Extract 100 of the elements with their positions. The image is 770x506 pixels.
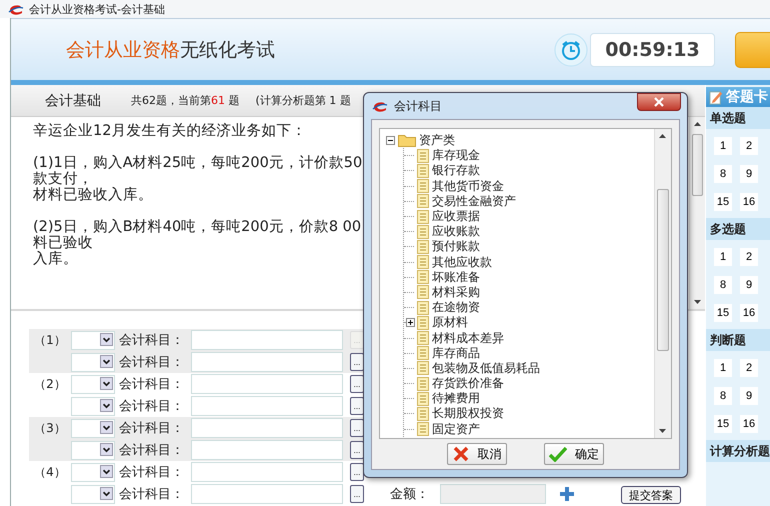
cross-icon	[453, 446, 470, 462]
question-number-button[interactable]: 15	[714, 415, 732, 433]
tree-item[interactable]: 应收票据	[432, 208, 480, 226]
document-icon	[417, 406, 429, 421]
document-icon	[417, 270, 429, 284]
section-header: 计算分析题	[706, 440, 770, 462]
amount-field[interactable]	[440, 484, 546, 504]
direction-dropdown[interactable]	[71, 440, 115, 460]
tree-item[interactable]: 待摊费用	[432, 390, 480, 408]
scroll-thumb[interactable]	[692, 134, 703, 196]
question-paragraph: (2)5日，购入B材料40吨，每吨200元，价款8 00 料已验收 入库。	[33, 219, 362, 267]
question-number-button[interactable]: 1	[714, 248, 732, 266]
app-logo-icon	[372, 100, 388, 112]
account-field[interactable]	[191, 330, 343, 350]
confirm-button[interactable]: 确定	[544, 443, 604, 465]
exam-brand: 会计从业资格无纸化考试	[66, 38, 275, 62]
document-icon	[417, 148, 429, 163]
check-icon	[548, 446, 567, 462]
account-label: 会计科目：	[119, 486, 185, 503]
direction-dropdown[interactable]	[71, 396, 115, 416]
tree-item[interactable]: 原材料	[432, 314, 468, 332]
question-number-button[interactable]: 1	[714, 137, 732, 155]
tree-item[interactable]: 交易性金融资产	[432, 192, 516, 210]
cancel-button[interactable]: 取消	[447, 443, 508, 465]
direction-dropdown[interactable]	[71, 330, 115, 350]
direction-dropdown[interactable]	[71, 484, 115, 504]
direction-dropdown[interactable]	[71, 374, 115, 394]
tree-item[interactable]: 其他货币资金	[432, 178, 504, 195]
tree-item[interactable]: 材料成本差异	[432, 330, 504, 347]
scrollbar[interactable]	[654, 129, 671, 438]
question-number-button[interactable]: 15	[714, 193, 732, 211]
tree-item[interactable]: 材料采购	[432, 284, 480, 301]
tree-item[interactable]: 银行存款	[432, 162, 480, 180]
section-header: 判断题	[706, 329, 770, 351]
document-icon	[417, 361, 429, 376]
tree-item[interactable]: 应收账款	[432, 223, 480, 240]
question-number-button[interactable]: 16	[740, 193, 758, 211]
question-number-button[interactable]: 2	[740, 137, 758, 155]
question-number-button[interactable]: 9	[740, 165, 758, 183]
question-number-button[interactable]: 9	[740, 276, 758, 294]
caret-icon	[100, 464, 113, 478]
question-number-button[interactable]: 8	[714, 276, 732, 294]
entry-number: （3）	[34, 420, 66, 434]
question-number-button[interactable]: 16	[740, 415, 758, 433]
question-number-button[interactable]: 2	[740, 359, 758, 377]
tree-item[interactable]: 坏账准备	[432, 268, 480, 286]
document-icon	[417, 194, 429, 208]
direction-dropdown[interactable]	[71, 418, 115, 438]
browse-button[interactable]: ...	[350, 375, 364, 393]
account-label: 会计科目：	[119, 398, 185, 415]
tree-item[interactable]: 预付账款	[432, 238, 480, 256]
question-paragraph: 辛运企业12月发生有关的经济业务如下：	[33, 123, 306, 139]
scrollbar[interactable]	[689, 117, 705, 309]
tree-item[interactable]: 其他应收款	[432, 254, 492, 271]
direction-dropdown[interactable]	[71, 462, 115, 482]
scroll-thumb[interactable]	[657, 189, 669, 351]
account-field[interactable]	[191, 352, 343, 372]
question-number-button[interactable]: 8	[714, 387, 732, 405]
account-field[interactable]	[191, 374, 343, 394]
tree-item[interactable]: 包装物及低值易耗品	[432, 360, 540, 377]
expand-icon[interactable]	[406, 318, 415, 328]
account-field[interactable]	[191, 462, 343, 482]
tree-item[interactable]: 库存商品	[432, 344, 480, 362]
tree-item[interactable]: 库存现金	[432, 147, 480, 164]
browse-button[interactable]: ...	[350, 463, 364, 481]
browse-button[interactable]: ...	[350, 353, 364, 371]
document-icon	[417, 346, 429, 360]
question-number-button[interactable]: 16	[740, 304, 758, 322]
submit-button[interactable]: 提交答案	[621, 486, 681, 504]
tree-item[interactable]: 资产类	[419, 132, 455, 150]
question-paragraph: (1)1日，购入A材料25吨，每吨200元，计价款50 款支付， 材料已验收入库。	[33, 155, 362, 203]
document-icon	[417, 164, 429, 178]
account-field[interactable]	[191, 418, 343, 438]
account-field[interactable]	[191, 440, 343, 460]
subject-title: 会计基础	[45, 92, 102, 110]
browse-button[interactable]: ...	[350, 419, 364, 437]
tree-item[interactable]: 在途物资	[432, 299, 480, 316]
question-number-button[interactable]: 1	[714, 359, 732, 377]
direction-dropdown[interactable]	[71, 352, 115, 372]
question-number-button[interactable]: 8	[714, 165, 732, 183]
account-field[interactable]	[191, 484, 343, 504]
tree-item[interactable]: 固定资产	[432, 420, 480, 438]
close-button[interactable]	[637, 93, 681, 111]
account-field[interactable]	[191, 396, 343, 416]
add-icon[interactable]	[560, 487, 574, 501]
browse-button[interactable]: ...	[350, 441, 364, 459]
browse-button[interactable]: ...	[350, 397, 364, 415]
browse-button[interactable]: ...	[350, 485, 364, 503]
account-label: 会计科目：	[119, 354, 185, 371]
folder-icon	[398, 134, 416, 148]
question-number-button[interactable]: 15	[714, 304, 732, 322]
tree-item[interactable]: 长期股权投资	[432, 405, 504, 422]
header-button[interactable]	[735, 32, 770, 68]
collapse-icon[interactable]	[386, 136, 395, 146]
section-header: 多选题	[706, 218, 770, 240]
document-icon	[417, 210, 429, 224]
dialog-title: 会计科目	[394, 98, 442, 114]
question-number-button[interactable]: 9	[740, 387, 758, 405]
tree-item[interactable]: 存货跌价准备	[432, 375, 504, 392]
question-number-button[interactable]: 2	[740, 248, 758, 266]
